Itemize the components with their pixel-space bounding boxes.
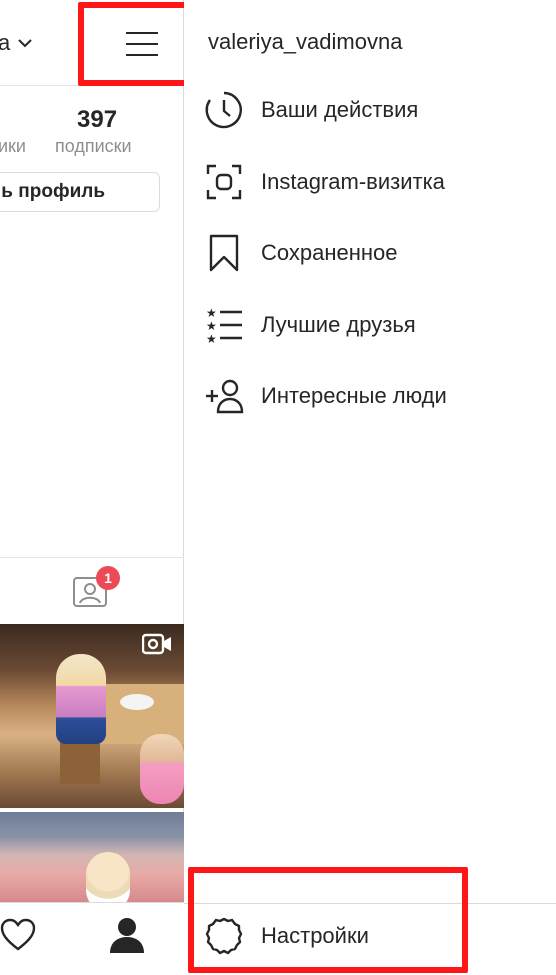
nametag-icon (204, 162, 244, 202)
menu-item-label: Сохраненное (261, 240, 398, 265)
profile-page: a 397 ики подписки ь профиль 1 (0, 0, 190, 975)
following-label: подписки (55, 136, 132, 156)
hamburger-icon (126, 32, 158, 56)
menu-item-label: Instagram-визитка (261, 169, 445, 194)
menu-item-label: Ваши действия (261, 97, 419, 122)
gear-icon (204, 916, 244, 956)
close-friends-icon: ★ ★ ★ (204, 305, 244, 345)
discover-people-icon (204, 376, 244, 416)
profile-username: a (0, 30, 11, 55)
bookmark-icon (204, 233, 244, 273)
menu-item-saved[interactable]: Сохраненное (204, 223, 556, 283)
drawer-username: valeriya_vadimovna (208, 29, 403, 54)
edit-profile-button[interactable]: ь профиль (0, 172, 160, 212)
profile-icon[interactable] (108, 916, 146, 954)
heart-icon[interactable] (0, 918, 36, 952)
menu-item-close-friends[interactable]: ★ ★ ★ Лучшие друзья (204, 295, 556, 355)
menu-item-activity[interactable]: Ваши действия (204, 80, 556, 140)
side-drawer (184, 0, 556, 975)
activity-icon (204, 90, 244, 130)
photo-plate (120, 694, 154, 710)
svg-text:★: ★ (206, 319, 217, 333)
video-camera-icon (142, 633, 171, 655)
svg-text:★: ★ (206, 306, 217, 320)
notification-badge: 1 (96, 566, 120, 590)
menu-item-nametag[interactable]: Instagram-визитка (204, 152, 556, 212)
profile-username-switcher[interactable]: a (0, 30, 34, 56)
chevron-down-icon (18, 39, 32, 48)
menu-item-label: Интересные люди (261, 383, 447, 408)
menu-item-discover-people[interactable]: Интересные люди (204, 366, 556, 426)
photo-child (140, 734, 184, 804)
settings-button[interactable]: Настройки (204, 906, 504, 966)
followers-label: ики (0, 136, 26, 156)
settings-label: Настройки (261, 923, 369, 948)
tabs-divider (0, 557, 184, 558)
photo-child (56, 654, 106, 744)
menu-item-label: Лучшие друзья (261, 312, 416, 337)
grid-photo[interactable] (0, 812, 184, 912)
edit-profile-label: ь профиль (1, 181, 105, 202)
svg-text:★: ★ (206, 332, 217, 345)
following-count[interactable]: 397 (77, 106, 117, 134)
screen: a 397 ики подписки ь профиль 1 valeriya_… (0, 0, 556, 975)
